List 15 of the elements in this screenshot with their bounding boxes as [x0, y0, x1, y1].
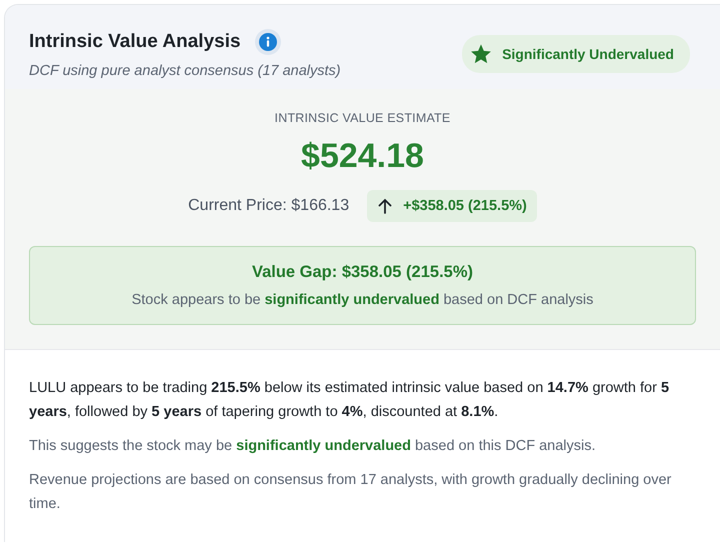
summary-paragraph: LULU appears to be trading 215.5% below its estimated intrinsic value based on 14.7% growth for 5 years, followed by 5 years of tapering growth to 4%, discounted at 8.1%. — [29, 379, 670, 422]
summary-paragraph: This suggests the stock may be significantly undervalued based on this DCF analysis. — [29, 437, 597, 456]
upside-badge: +$358.05 (215.5%) — [367, 190, 537, 222]
valuation-badge: Significantly Undervalued — [462, 35, 690, 73]
info-icon[interactable] — [254, 29, 281, 55]
current-price: Current Price: $166.13 — [188, 197, 350, 215]
estimate-label: INTRINSIC VALUE ESTIMATE — [274, 111, 450, 125]
value-gap-text: Stock appears to be significantly undervalued based on DCF analysis — [132, 292, 594, 308]
intrinsic-value: $524.18 — [301, 137, 424, 176]
summary-paragraph: Revenue projections are based on consensus from 17 analysts, with growth gradually declining over time. — [29, 471, 672, 514]
card-title: Intrinsic Value Analysis — [29, 31, 241, 53]
card-subtitle: DCF using pure analyst consensus (17 analysts) — [29, 63, 341, 79]
star-icon — [470, 43, 492, 65]
value-gap-title: Value Gap: $358.05 (215.5%) — [252, 263, 474, 282]
arrow-up-icon — [377, 198, 394, 214]
